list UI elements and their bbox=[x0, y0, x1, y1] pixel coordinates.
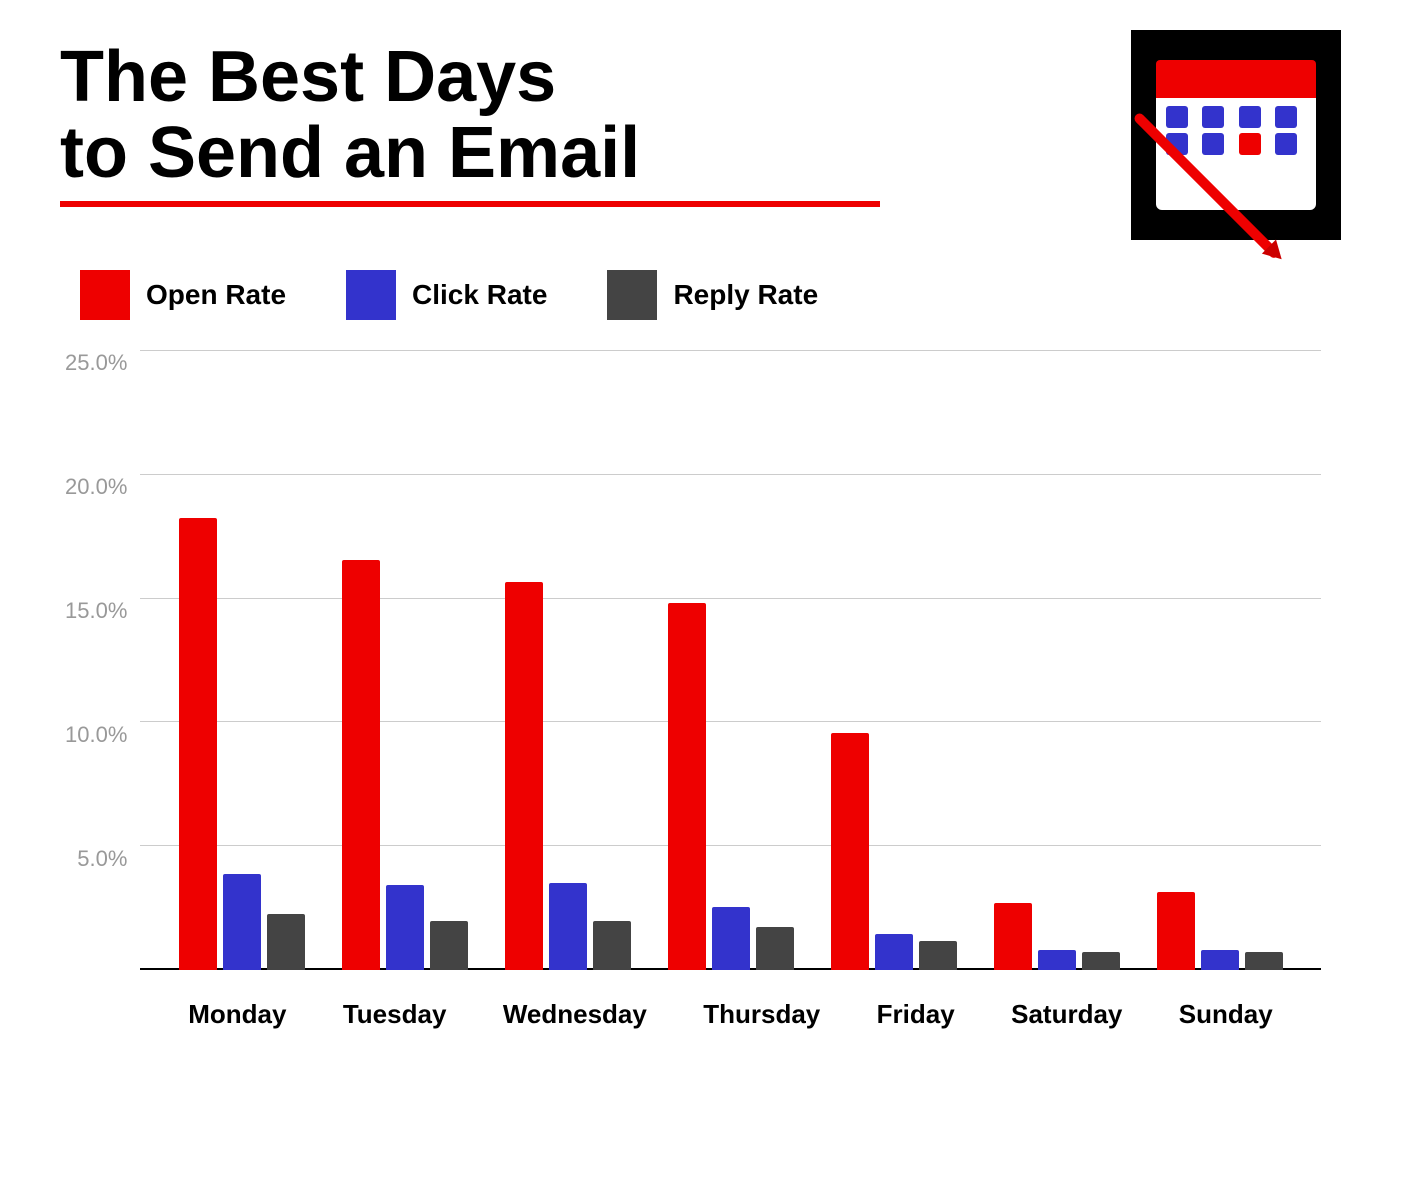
y-label-20: 20.0% bbox=[65, 474, 127, 500]
open-rate-bar bbox=[179, 518, 217, 970]
day-group bbox=[1157, 892, 1283, 970]
day-group bbox=[831, 733, 957, 970]
x-axis-label: Saturday bbox=[1011, 999, 1122, 1030]
reply-rate-label: Reply Rate bbox=[673, 279, 818, 311]
click-rate-bar bbox=[386, 885, 424, 970]
click-rate-bar bbox=[1201, 950, 1239, 970]
reply-rate-swatch bbox=[607, 270, 657, 320]
click-rate-bar bbox=[875, 934, 913, 970]
legend-item-click: Click Rate bbox=[346, 270, 547, 320]
chart-area: 25.0% 20.0% 15.0% 10.0% 5.0% MondayTuesd… bbox=[140, 350, 1321, 1030]
open-rate-bar bbox=[668, 603, 706, 970]
bars-row bbox=[179, 518, 305, 970]
reply-rate-bar bbox=[756, 927, 794, 970]
x-axis-label: Wednesday bbox=[503, 999, 647, 1030]
x-axis-label: Friday bbox=[877, 999, 955, 1030]
day-group bbox=[994, 903, 1120, 970]
open-rate-bar bbox=[505, 582, 543, 970]
y-axis: 25.0% 20.0% 15.0% 10.0% 5.0% bbox=[65, 350, 127, 970]
y-label-15: 15.0% bbox=[65, 598, 127, 624]
cal-cell bbox=[1202, 133, 1224, 155]
x-axis-label: Thursday bbox=[703, 999, 820, 1030]
cal-cell bbox=[1166, 106, 1188, 128]
open-rate-bar bbox=[1157, 892, 1195, 970]
legend-item-open: Open Rate bbox=[80, 270, 286, 320]
cal-cell bbox=[1275, 133, 1297, 155]
click-rate-bar bbox=[712, 907, 750, 970]
legend-item-reply: Reply Rate bbox=[607, 270, 818, 320]
click-rate-bar bbox=[223, 874, 261, 970]
page-title: The Best Days to Send an Email bbox=[60, 40, 880, 191]
click-rate-label: Click Rate bbox=[412, 279, 547, 311]
reply-rate-bar bbox=[267, 914, 305, 970]
y-label-10: 10.0% bbox=[65, 722, 127, 748]
header: The Best Days to Send an Email bbox=[60, 40, 1341, 240]
bars-row bbox=[831, 733, 957, 970]
bars-row bbox=[342, 560, 468, 970]
cal-cell bbox=[1239, 106, 1261, 128]
reply-rate-bar bbox=[919, 941, 957, 970]
calendar-body-icon bbox=[1156, 60, 1316, 210]
open-rate-bar bbox=[342, 560, 380, 970]
reply-rate-bar bbox=[1082, 952, 1120, 970]
click-rate-bar bbox=[549, 883, 587, 970]
reply-rate-bar bbox=[430, 921, 468, 970]
bars-container bbox=[140, 350, 1321, 970]
open-rate-label: Open Rate bbox=[146, 279, 286, 311]
reply-rate-bar bbox=[593, 921, 631, 970]
day-group bbox=[179, 518, 305, 970]
calendar-icon bbox=[1131, 30, 1341, 240]
title-block: The Best Days to Send an Email bbox=[60, 40, 880, 207]
cal-cell bbox=[1202, 106, 1224, 128]
reply-rate-bar bbox=[1245, 952, 1283, 970]
day-group bbox=[342, 560, 468, 970]
x-axis-label: Monday bbox=[188, 999, 286, 1030]
bars-row bbox=[994, 903, 1120, 970]
bars-row bbox=[1157, 892, 1283, 970]
day-group bbox=[505, 582, 631, 970]
bars-row bbox=[505, 582, 631, 970]
open-rate-bar bbox=[994, 903, 1032, 970]
click-rate-swatch bbox=[346, 270, 396, 320]
click-rate-bar bbox=[1038, 950, 1076, 970]
legend: Open Rate Click Rate Reply Rate bbox=[60, 270, 1341, 320]
open-rate-swatch bbox=[80, 270, 130, 320]
page: The Best Days to Send an Email bbox=[0, 0, 1401, 1200]
open-rate-bar bbox=[831, 733, 869, 970]
y-label-25: 25.0% bbox=[65, 350, 127, 376]
x-axis-labels: Monday Tuesday Wednesday Thursday Friday Satu… bbox=[140, 999, 1321, 1030]
x-axis-label: Sunday bbox=[1179, 999, 1273, 1030]
bars-row bbox=[668, 603, 794, 970]
calendar-header bbox=[1156, 60, 1316, 98]
x-axis-label: Tuesday bbox=[343, 999, 447, 1030]
day-group bbox=[668, 603, 794, 970]
red-divider bbox=[60, 201, 880, 207]
y-label-5: 5.0% bbox=[77, 846, 127, 872]
cal-cell bbox=[1275, 106, 1297, 128]
cal-cell bbox=[1239, 133, 1261, 155]
